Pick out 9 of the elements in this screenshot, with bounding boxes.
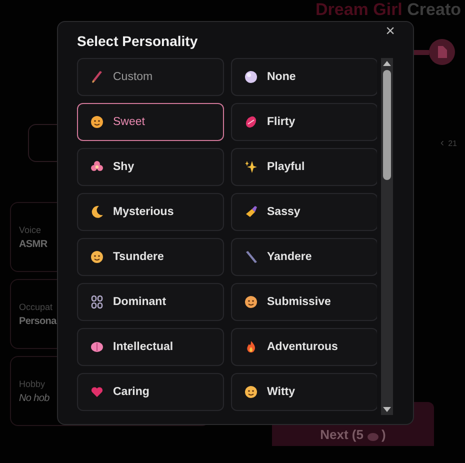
field-label: Occupat (19, 302, 53, 312)
field-value: Persona (19, 316, 56, 326)
field-placeholder: No hob (19, 392, 50, 404)
page-number: 21 (448, 138, 457, 148)
page-title: Dream Girl Creato (315, 1, 461, 20)
field-value: ASMR (19, 238, 48, 250)
field-label: Hobby (19, 378, 46, 388)
modal-title: Select Personality (77, 33, 198, 49)
field-label: Voice (19, 224, 42, 234)
